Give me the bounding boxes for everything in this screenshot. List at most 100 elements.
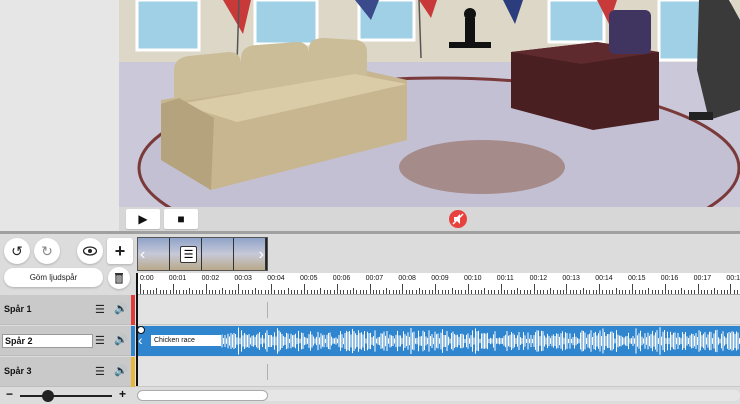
- ruler-tick: [609, 290, 611, 294]
- clip-menu-button[interactable]: ☰: [180, 246, 197, 263]
- ruler-tick: [546, 290, 548, 294]
- ruler-tick: [736, 290, 738, 294]
- ruler-tick: [723, 290, 725, 294]
- ruler-tick: [195, 290, 197, 294]
- ruler-tick: [448, 290, 450, 294]
- zoom-slider-handle[interactable]: [41, 390, 54, 402]
- ruler-tick: [677, 290, 679, 294]
- hamburger-icon: ☰: [183, 249, 194, 261]
- ruler-tick: [569, 290, 571, 294]
- zoom-slider[interactable]: [20, 395, 112, 397]
- ruler-tick: [251, 290, 253, 294]
- ruler-tick: [540, 290, 542, 294]
- thumbnail: [202, 238, 234, 270]
- hamburger-icon[interactable]: ☰: [95, 334, 105, 347]
- ruler-tick: [146, 290, 148, 294]
- ruler-tick: [353, 288, 355, 294]
- ruler-tick: [336, 284, 338, 294]
- hamburger-icon[interactable]: ☰: [95, 303, 105, 316]
- ruler-tick: [172, 284, 174, 294]
- ruler-tick: [176, 290, 178, 294]
- ruler-tick: [510, 290, 512, 294]
- clip-thumbnails[interactable]: ‹ › ☰: [137, 237, 268, 271]
- track-lane[interactable]: [135, 295, 740, 325]
- ruler-tick: [605, 290, 607, 294]
- track-name[interactable]: Spår 3: [4, 366, 32, 376]
- ruler-tick: [599, 284, 601, 294]
- visibility-button[interactable]: [77, 238, 103, 264]
- ruler-tick: [527, 290, 529, 294]
- ruler-tick: [648, 288, 650, 294]
- ruler-tick: [533, 284, 535, 294]
- ruler-tick: [320, 288, 322, 294]
- track-name[interactable]: Spår 1: [4, 304, 32, 314]
- ruler-tick: [376, 290, 378, 294]
- chevron-right-icon[interactable]: ›: [259, 246, 264, 264]
- scrollbar-thumb[interactable]: [137, 390, 268, 401]
- time-ruler[interactable]: 0:00 00:01 00:02 00:03 00:04 00:05 00:06 00:07 0…: [137, 273, 740, 295]
- ruler-tick: [638, 290, 640, 294]
- ruler-tick: [461, 290, 463, 294]
- ruler-tick: [149, 290, 151, 294]
- ruler-tick: [372, 290, 374, 294]
- ruler-tick: [477, 290, 479, 294]
- undo-icon: ↺: [11, 242, 23, 259]
- undo-button[interactable]: ↺: [4, 238, 30, 264]
- ruler-tick-label: 00:10: [464, 275, 482, 282]
- ruler-tick: [267, 290, 269, 294]
- ruler-tick: [431, 290, 433, 294]
- ruler-tick: [330, 290, 332, 294]
- horizontal-scrollbar[interactable]: [137, 390, 740, 401]
- ruler-tick: [297, 290, 299, 294]
- hamburger-icon[interactable]: ☰: [95, 365, 105, 378]
- ruler-tick: [497, 290, 499, 294]
- redo-button[interactable]: ↻: [34, 238, 60, 264]
- play-button[interactable]: ▶: [126, 209, 160, 229]
- chevron-left-icon[interactable]: ‹: [140, 246, 145, 264]
- chevron-left-icon[interactable]: ‹: [138, 332, 143, 348]
- hide-audio-button[interactable]: Göm ljudspår: [4, 268, 103, 287]
- zoom-in-button[interactable]: +: [119, 387, 126, 401]
- ruler-tick: [284, 290, 286, 294]
- waveform: [221, 327, 740, 355]
- ruler-tick: [408, 290, 410, 294]
- speaker-icon[interactable]: 🔊: [114, 333, 128, 346]
- ruler-tick: [281, 290, 283, 294]
- ruler-tick: [425, 290, 427, 294]
- delete-button[interactable]: [108, 267, 130, 289]
- ruler-tick: [661, 290, 663, 294]
- ruler-tick: [622, 290, 624, 294]
- track-lane[interactable]: [135, 357, 740, 387]
- ruler-tick: [225, 290, 227, 294]
- ruler-tick: [668, 290, 670, 294]
- ruler-tick: [474, 290, 476, 294]
- ruler-tick: [159, 290, 161, 294]
- ruler-tick-label: 00:02: [201, 275, 220, 282]
- video-preview[interactable]: [119, 0, 740, 207]
- ruler-tick: [307, 290, 309, 294]
- ruler-tick: [244, 290, 246, 294]
- ruler-tick: [349, 290, 351, 294]
- playhead-handle[interactable]: [137, 326, 145, 334]
- ruler-tick-label: 00:03: [234, 275, 252, 282]
- ruler-tick: [382, 290, 384, 294]
- speaker-icon[interactable]: 🔊: [114, 302, 128, 315]
- track-name-input[interactable]: Spår 2: [2, 334, 93, 348]
- lane-marker: [267, 364, 268, 380]
- ruler-tick: [271, 284, 273, 294]
- ruler-tick: [205, 284, 207, 294]
- stop-button[interactable]: ■: [164, 209, 198, 229]
- ruler-tick: [645, 290, 647, 294]
- ruler-tick: [258, 290, 260, 294]
- ruler-tick: [451, 288, 453, 294]
- mute-button[interactable]: [449, 210, 467, 228]
- ruler-tick: [454, 290, 456, 294]
- add-track-button[interactable]: +: [107, 238, 133, 264]
- ruler-tick: [520, 290, 522, 294]
- ruler-tick-label: 0:00: [140, 275, 154, 282]
- ruler-tick: [254, 288, 256, 294]
- speaker-icon[interactable]: 🔊: [114, 364, 128, 377]
- ruler-tick-label: 00:06: [332, 275, 351, 282]
- zoom-out-button[interactable]: −: [6, 387, 13, 401]
- audio-clip[interactable]: ‹ Chicken race: [136, 326, 740, 356]
